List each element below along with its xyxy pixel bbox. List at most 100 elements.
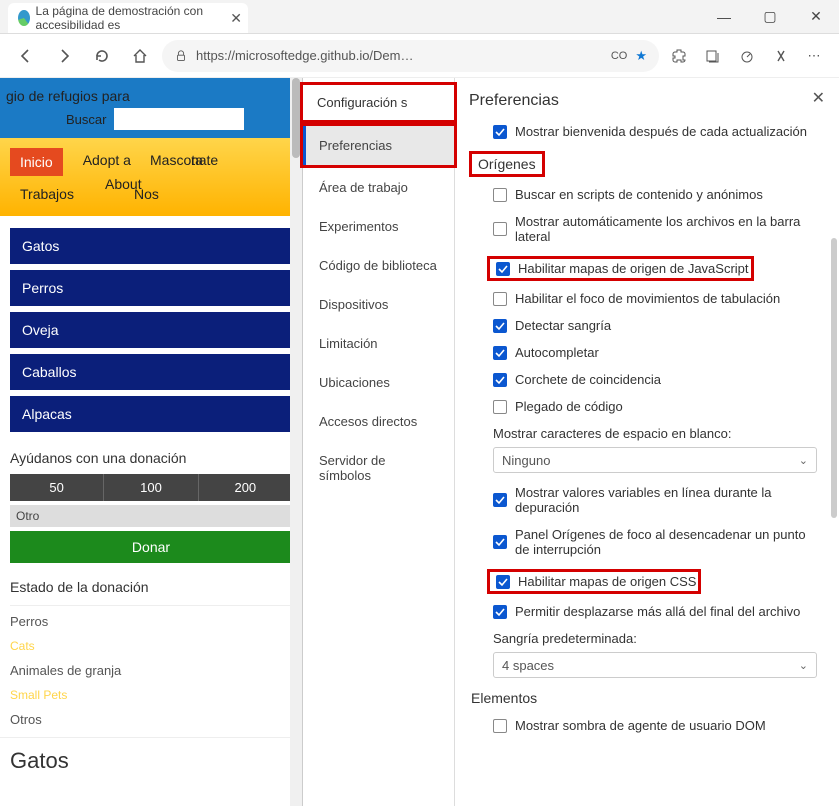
pref-label: Mostrar valores variables en línea duran… (515, 485, 821, 515)
more-menu-icon[interactable]: ⋯ (801, 42, 829, 70)
window-titlebar: La página de demostración con accesibili… (0, 0, 839, 34)
pref-label: Buscar en scripts de contenido y anónimo… (515, 187, 763, 202)
amount-button[interactable]: 200 (199, 474, 292, 501)
sidebar-item-workspace[interactable]: Área de trabajo (303, 168, 454, 207)
pref-inline-values[interactable]: Mostrar valores variables en línea duran… (469, 485, 821, 515)
pref-detect-indent[interactable]: Detectar sangría (469, 318, 821, 333)
minimize-button[interactable]: ― (701, 0, 747, 33)
checkbox-icon (493, 346, 507, 360)
pref-tab-focus[interactable]: Habilitar el foco de movimientos de tabu… (469, 291, 821, 306)
forward-button[interactable] (48, 40, 80, 72)
page-scrollbar[interactable] (290, 78, 302, 806)
checkbox-icon (493, 719, 507, 733)
page-title: gio de refugios para (6, 88, 290, 104)
back-button[interactable] (10, 40, 42, 72)
animal-item[interactable]: Perros (10, 270, 292, 306)
highlight-config-header: Configuración s (300, 82, 457, 123)
browser-tab[interactable]: La página de demostración con accesibili… (8, 3, 248, 33)
browser-toolbar: https://microsoftedge.github.io/Dem… CO … (0, 34, 839, 78)
pref-label: Habilitar mapas de origen de JavaScript (518, 261, 749, 276)
refresh-button[interactable] (86, 40, 118, 72)
pref-label: Habilitar el foco de movimientos de tabu… (515, 291, 780, 306)
chevron-down-icon: ⌄ (799, 454, 808, 467)
pref-search-scripts[interactable]: Buscar en scripts de contenido y anónimo… (469, 187, 821, 202)
animal-item[interactable]: Oveja (10, 312, 292, 348)
sidebar-item-shortcuts[interactable]: Accesos directos (303, 402, 454, 441)
favorite-star-icon[interactable]: ★ (635, 48, 647, 64)
config-header: Configuración s (303, 85, 454, 120)
pref-focus-sources[interactable]: Panel Orígenes de foco al desencadenar u… (469, 527, 821, 557)
pref-label: Habilitar mapas de origen CSS (518, 574, 696, 589)
address-bar[interactable]: https://microsoftedge.github.io/Dem… CO … (162, 40, 659, 72)
indent-label: Sangría predeterminada: (469, 631, 821, 646)
donate-button[interactable]: Donar (10, 531, 292, 563)
search-input[interactable] (114, 108, 244, 130)
close-tab-icon[interactable]: ✕ (230, 10, 242, 27)
status-item: Cats (10, 639, 292, 653)
checkbox-icon (493, 493, 507, 507)
chevron-down-icon: ⌄ (799, 659, 808, 672)
sidebar-item-locations[interactable]: Ubicaciones (303, 363, 454, 402)
collections-icon[interactable] (699, 42, 727, 70)
amount-row: 50 100 200 (10, 474, 292, 501)
settings-content: ✕ Preferencias Mostrar bienvenida despué… (455, 78, 839, 806)
maximize-button[interactable]: ▢ (747, 0, 793, 33)
highlight-css-maps: Habilitar mapas de origen CSS (487, 569, 701, 594)
checkbox-icon (493, 125, 507, 139)
pref-autocomplete[interactable]: Autocompletar (469, 345, 821, 360)
status-item: Small Pets (10, 688, 292, 702)
amount-button[interactable]: 100 (104, 474, 198, 501)
checkbox-icon (493, 605, 507, 619)
pref-welcome[interactable]: Mostrar bienvenida después de cada actua… (469, 124, 821, 139)
pref-bracket-match[interactable]: Corchete de coincidencia (469, 372, 821, 387)
animal-item[interactable]: Caballos (10, 354, 292, 390)
nav-trabajos[interactable]: Trabajos (20, 186, 74, 202)
settings-sidebar: Configuración s Preferencias Área de tra… (303, 78, 455, 806)
pref-js-source-maps[interactable]: Habilitar mapas de origen de JavaScript (492, 261, 749, 276)
indent-select[interactable]: 4 spaces ⌄ (493, 652, 817, 678)
translate-badge[interactable]: CO (611, 50, 628, 62)
nav-about[interactable]: About (105, 176, 142, 192)
home-button[interactable] (124, 40, 156, 72)
sidebar-item-experiments[interactable]: Experimentos (303, 207, 454, 246)
performance-icon[interactable] (733, 42, 761, 70)
checkbox-icon (493, 188, 507, 202)
whitespace-select[interactable]: Ninguno ⌄ (493, 447, 817, 473)
pref-label: Mostrar automáticamente los archivos en … (515, 214, 821, 244)
animal-item[interactable]: Gatos (10, 228, 292, 264)
sidebar-item-library-code[interactable]: Código de biblioteca (303, 246, 454, 285)
main-area: gio de refugios para Buscar Inicio Adopt… (0, 78, 839, 806)
checkbox-icon (493, 373, 507, 387)
page-header: gio de refugios para Buscar (0, 78, 302, 138)
nav-inicio[interactable]: Inicio (10, 148, 63, 176)
pref-code-folding[interactable]: Plegado de código (469, 399, 821, 414)
amount-button[interactable]: 50 (10, 474, 104, 501)
amount-other[interactable]: Otro (10, 505, 292, 527)
animal-list: Gatos Perros Oveja Caballos Alpacas (0, 216, 302, 444)
sidebar-item-throttling[interactable]: Limitación (303, 324, 454, 363)
close-settings-icon[interactable]: ✕ (812, 88, 825, 108)
select-value: Ninguno (502, 453, 550, 468)
pref-scroll-past-end[interactable]: Permitir desplazarse más allá del final … (469, 604, 821, 619)
checkbox-icon (493, 319, 507, 333)
pref-label: Permitir desplazarse más allá del final … (515, 604, 800, 619)
close-window-button[interactable]: ✕ (793, 0, 839, 33)
pref-auto-reveal[interactable]: Mostrar automáticamente los archivos en … (469, 214, 821, 244)
pref-css-source-maps[interactable]: Habilitar mapas de origen CSS (492, 574, 696, 589)
animal-item[interactable]: Alpacas (10, 396, 292, 432)
extensions-icon[interactable] (665, 42, 693, 70)
copilot-icon[interactable] (767, 42, 795, 70)
select-value: 4 spaces (502, 658, 554, 673)
status-item: Animales de granja (10, 663, 292, 678)
content-scrollbar[interactable] (831, 238, 837, 518)
url-text: https://microsoftedge.github.io/Dem… (196, 48, 603, 63)
sidebar-item-preferencias[interactable]: Preferencias (303, 126, 454, 165)
nav-mascota[interactable]: Mascota (150, 152, 203, 168)
pref-label: Mostrar sombra de agente de usuario DOM (515, 718, 766, 733)
edge-icon (18, 10, 30, 26)
pref-label: Autocompletar (515, 345, 599, 360)
sidebar-item-symbol-server[interactable]: Servidor de símbolos (303, 441, 454, 495)
sidebar-item-devices[interactable]: Dispositivos (303, 285, 454, 324)
pref-ua-shadow[interactable]: Mostrar sombra de agente de usuario DOM (469, 718, 821, 733)
highlight-preferencias: Preferencias (300, 123, 457, 168)
